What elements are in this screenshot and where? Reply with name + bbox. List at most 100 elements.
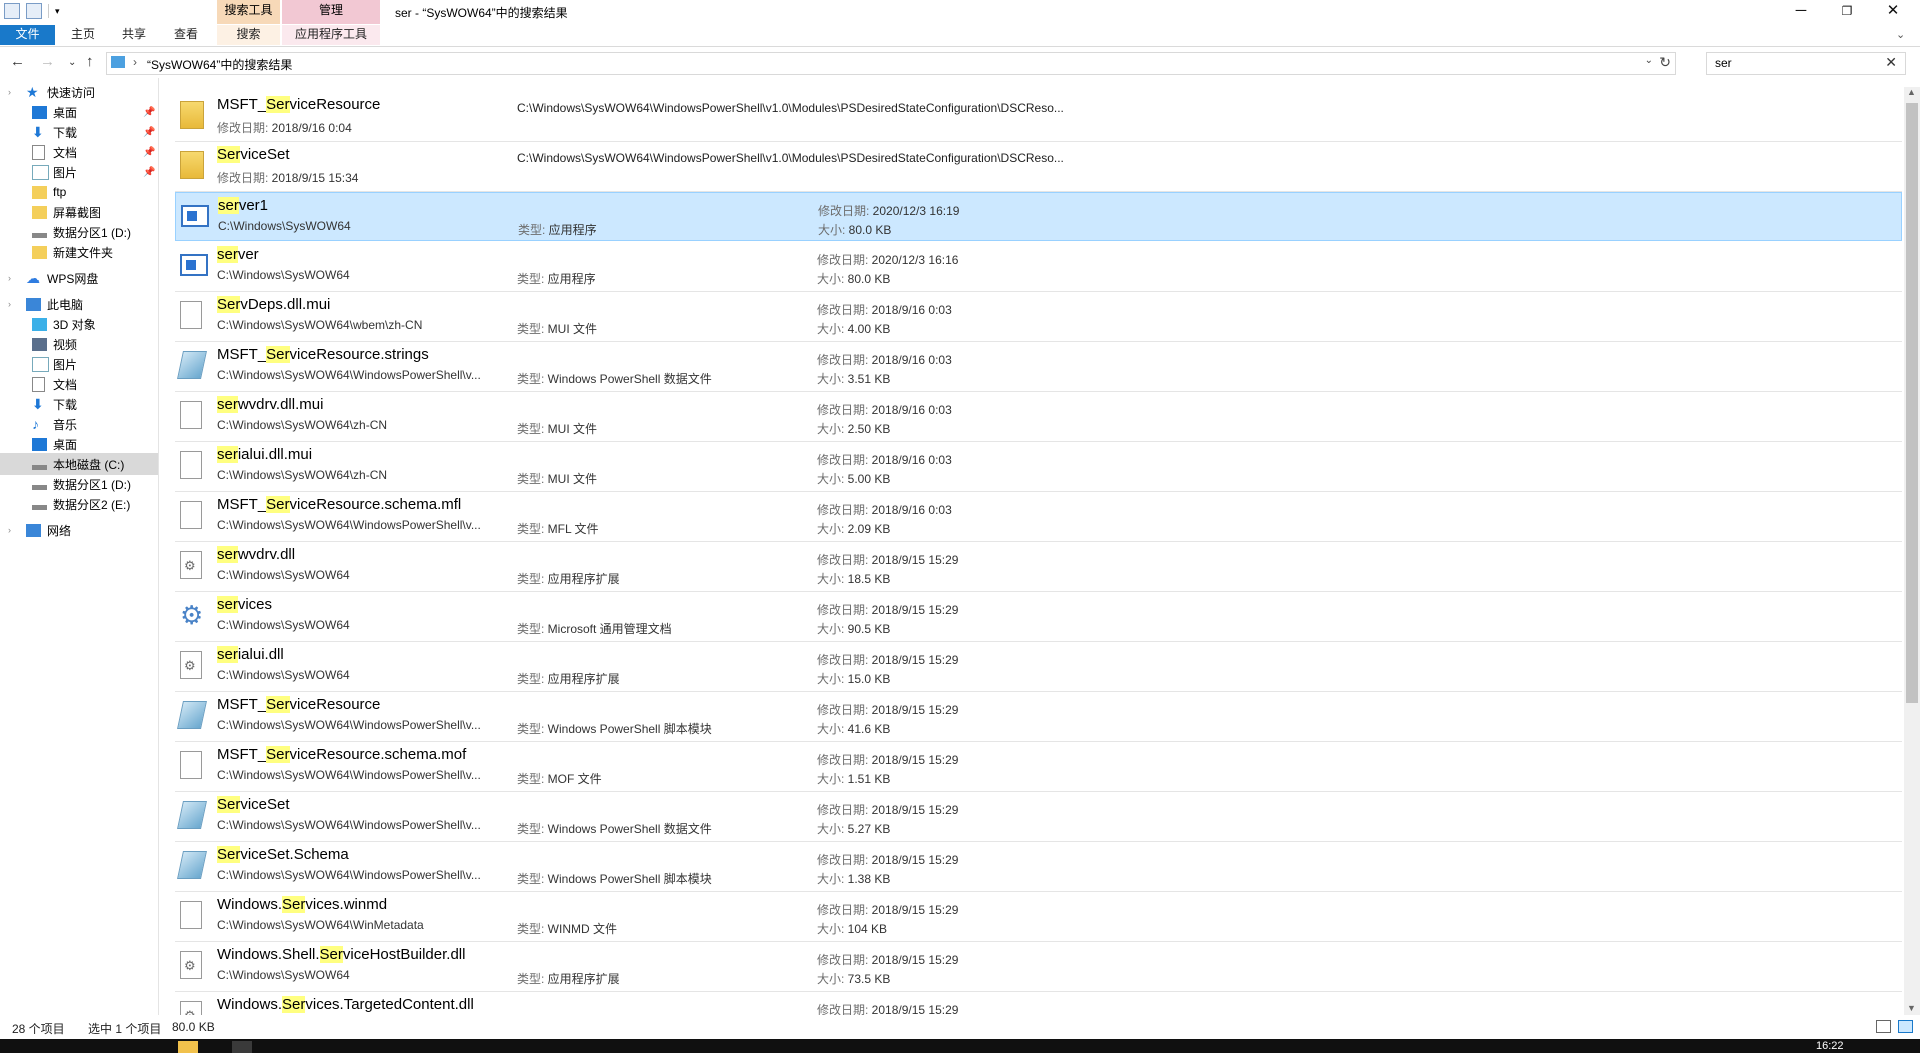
file-name[interactable]: services: [217, 596, 272, 613]
scroll-thumb[interactable]: [1906, 103, 1918, 703]
sidebar-item[interactable]: 数据分区1 (D:): [0, 473, 158, 495]
file-name[interactable]: Windows.Shell.ServiceHostBuilder.dll: [217, 946, 465, 963]
sidebar-item[interactable]: › 此电脑: [0, 293, 158, 315]
file-name[interactable]: ServiceSet: [217, 796, 290, 813]
sidebar-item[interactable]: 新建文件夹: [0, 241, 158, 263]
sidebar-item[interactable]: 视频: [0, 333, 158, 355]
file-name[interactable]: ServDeps.dll.mui: [217, 296, 330, 313]
file-size-label: 大小:: [817, 272, 848, 286]
expand-ribbon-icon[interactable]: ⌄: [1896, 28, 1905, 41]
file-name[interactable]: serwvdrv.dll.mui: [217, 396, 323, 413]
file-name[interactable]: serialui.dll.mui: [217, 446, 312, 463]
file-row[interactable]: ServiceSet 修改日期: 2018/9/15 15:34 C:\Window…: [175, 142, 1902, 192]
app-taskbar-icon[interactable]: [232, 1041, 252, 1053]
expand-chevron-icon[interactable]: ›: [8, 87, 11, 97]
breadcrumb[interactable]: “SysWOW64”中的搜索结果: [147, 56, 292, 73]
search-box[interactable]: ser ✕: [1706, 52, 1906, 75]
scroll-down-icon[interactable]: ▼: [1907, 1003, 1916, 1013]
new-folder-icon[interactable]: [26, 3, 42, 19]
sidebar-item[interactable]: 桌面: [0, 433, 158, 455]
tab-view[interactable]: 查看: [165, 25, 207, 45]
sidebar-item[interactable]: 桌面 📌: [0, 101, 158, 123]
file-name[interactable]: server1: [218, 197, 268, 214]
file-row[interactable]: Windows.Shell.ServiceHostBuilder.dll C:\W…: [175, 942, 1902, 992]
sidebar-item[interactable]: 图片: [0, 353, 158, 375]
content-view-icon[interactable]: [1898, 1020, 1913, 1033]
address-dropdown-icon[interactable]: ⌄: [1645, 55, 1653, 66]
file-name[interactable]: ServiceSet.Schema: [217, 846, 349, 863]
scroll-up-icon[interactable]: ▲: [1907, 87, 1916, 97]
file-row[interactable]: MSFT_ServiceResource C:\Windows\SysWOW64\…: [175, 692, 1902, 742]
sidebar-item[interactable]: › 网络: [0, 519, 158, 541]
file-row[interactable]: MSFT_ServiceResource.schema.mfl C:\Window…: [175, 492, 1902, 542]
tab-search[interactable]: 搜索: [217, 25, 280, 45]
file-row[interactable]: ServDeps.dll.mui C:\Windows\SysWOW64\wbem…: [175, 292, 1902, 342]
file-name[interactable]: Windows.Services.winmd: [217, 896, 387, 913]
file-row[interactable]: MSFT_ServiceResource 修改日期: 2018/9/16 0:04…: [175, 92, 1902, 142]
sidebar-item[interactable]: ftp: [0, 181, 158, 203]
sidebar-item[interactable]: 文档: [0, 373, 158, 395]
modified-date-label: 修改日期:: [817, 603, 872, 617]
sidebar-item[interactable]: ♪ 音乐: [0, 413, 158, 435]
sidebar-item[interactable]: ⬇ 下载 📌: [0, 121, 158, 143]
file-name[interactable]: server: [217, 246, 259, 263]
sidebar-item[interactable]: ⬇ 下载: [0, 393, 158, 415]
file-row[interactable]: serialui.dll C:\Windows\SysWOW64 类型: 应用程序扩…: [175, 642, 1902, 692]
breadcrumb-chevron-icon[interactable]: ›: [133, 55, 137, 69]
details-view-icon[interactable]: [1876, 1020, 1891, 1033]
tab-home[interactable]: 主页: [62, 25, 104, 45]
expand-chevron-icon[interactable]: ›: [8, 273, 11, 283]
file-row[interactable]: serwvdrv.dll C:\Windows\SysWOW64 类型: 应用程序扩…: [175, 542, 1902, 592]
sidebar-item[interactable]: 本地磁盘 (C:): [0, 453, 158, 475]
close-button[interactable]: ✕: [1870, 0, 1916, 24]
vertical-scrollbar[interactable]: ▲ ▼: [1904, 87, 1920, 1015]
up-arrow-icon[interactable]: ↑: [86, 53, 94, 70]
file-row[interactable]: Windows.Services.TargetedContent.dll 修改日期…: [175, 992, 1902, 1015]
customize-toolbar-icon[interactable]: ▾: [55, 4, 69, 18]
tab-share[interactable]: 共享: [113, 25, 155, 45]
file-row[interactable]: ServiceSet C:\Windows\SysWOW64\WindowsPow…: [175, 792, 1902, 842]
forward-arrow-icon[interactable]: →: [40, 53, 55, 70]
file-name[interactable]: MSFT_ServiceResource.schema.mof: [217, 746, 466, 763]
search-input[interactable]: ser: [1715, 56, 1732, 70]
expand-chevron-icon[interactable]: ›: [8, 525, 11, 535]
file-name[interactable]: serwvdrv.dll: [217, 546, 295, 563]
file-name[interactable]: MSFT_ServiceResource.schema.mfl: [217, 496, 461, 513]
sidebar-item-label: 图片: [53, 165, 78, 180]
sidebar-item[interactable]: 3D 对象: [0, 313, 158, 335]
address-bar[interactable]: › “SysWOW64”中的搜索结果 ⌄ ↻: [106, 52, 1676, 75]
file-row[interactable]: ServiceSet.Schema C:\Windows\SysWOW64\Win…: [175, 842, 1902, 892]
file-name[interactable]: MSFT_ServiceResource: [217, 696, 380, 713]
file-row[interactable]: serwvdrv.dll.mui C:\Windows\SysWOW64\zh-C…: [175, 392, 1902, 442]
file-row[interactable]: serialui.dll.mui C:\Windows\SysWOW64\zh-C…: [175, 442, 1902, 492]
recent-locations-icon[interactable]: ⌄: [68, 57, 76, 68]
maximize-button[interactable]: ❐: [1824, 0, 1870, 24]
sidebar-item[interactable]: 文档 📌: [0, 141, 158, 163]
file-name[interactable]: MSFT_ServiceResource.strings: [217, 346, 429, 363]
file-row[interactable]: MSFT_ServiceResource.schema.mof C:\Window…: [175, 742, 1902, 792]
file-row[interactable]: server C:\Windows\SysWOW64 类型: 应用程序 修改日期: 2…: [175, 242, 1902, 292]
sidebar-item[interactable]: 数据分区2 (E:): [0, 493, 158, 515]
minimize-button[interactable]: ─: [1778, 0, 1824, 24]
file-name[interactable]: Windows.Services.TargetedContent.dll: [217, 996, 474, 1013]
tab-app-tools[interactable]: 应用程序工具: [282, 25, 380, 45]
file-row[interactable]: Windows.Services.winmd C:\Windows\SysWOW6…: [175, 892, 1902, 942]
file-explorer-taskbar-icon[interactable]: [178, 1041, 198, 1053]
clear-search-icon[interactable]: ✕: [1885, 54, 1897, 71]
file-name[interactable]: serialui.dll: [217, 646, 284, 663]
sidebar-item[interactable]: 数据分区1 (D:): [0, 221, 158, 243]
sidebar-item[interactable]: › ☁ WPS网盘: [0, 267, 158, 289]
sidebar-item[interactable]: 屏幕截图: [0, 201, 158, 223]
file-row[interactable]: ⚙ services C:\Windows\SysWOW64 类型: Microsof…: [175, 592, 1902, 642]
properties-icon[interactable]: [4, 3, 20, 19]
sidebar-item[interactable]: 图片 📌: [0, 161, 158, 183]
sidebar-item[interactable]: › ★ 快速访问: [0, 81, 158, 103]
tab-file[interactable]: 文件: [0, 25, 55, 45]
file-row[interactable]: MSFT_ServiceResource.strings C:\Windows\S…: [175, 342, 1902, 392]
refresh-icon[interactable]: ↻: [1659, 54, 1671, 71]
file-name[interactable]: ServiceSet: [217, 146, 290, 163]
expand-chevron-icon[interactable]: ›: [8, 299, 11, 309]
file-name[interactable]: MSFT_ServiceResource: [217, 96, 380, 113]
back-arrow-icon[interactable]: ←: [10, 53, 25, 70]
file-row[interactable]: server1 C:\Windows\SysWOW64 类型: 应用程序 修改日期: …: [175, 192, 1902, 241]
